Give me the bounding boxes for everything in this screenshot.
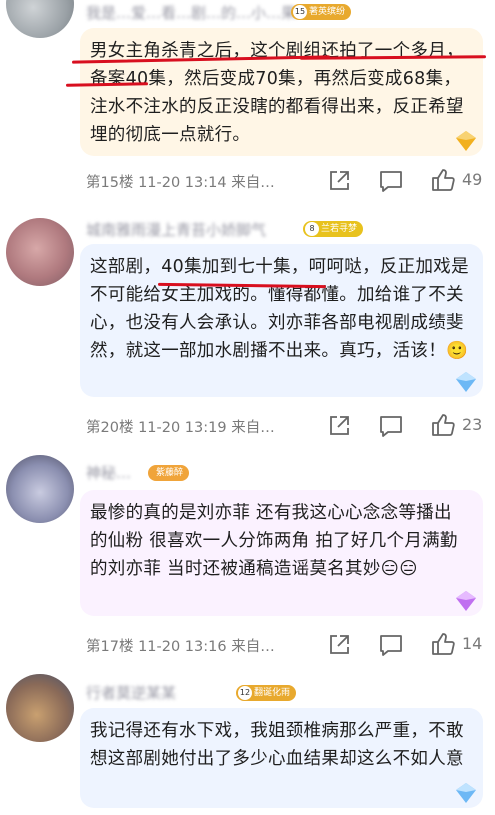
comment-icon[interactable] [378, 168, 404, 194]
post-time: 11-20 13:19 [138, 420, 227, 436]
avatar[interactable] [6, 455, 74, 523]
gem-icon [456, 591, 476, 611]
share-icon[interactable] [326, 168, 352, 194]
post-source: 来自… [231, 420, 275, 436]
level-number: 12 [238, 686, 252, 700]
level-badge: 8 兰若寻梦 [303, 221, 364, 237]
floor-number: 第17楼 [86, 639, 134, 655]
comment-bubble[interactable]: 男女主角杀青之后，这个剧组还拍了一个多月，备案40集，然后变成70集，再然后变成… [80, 28, 483, 156]
comment-text: 我记得还有水下戏，我姐颈椎病那么严重，不敢想这部剧她付出了多少心血结果却这么不如… [90, 721, 464, 769]
like-count: 14 [462, 634, 483, 653]
like-count: 49 [462, 170, 483, 189]
post-meta: 第15楼 11-20 13:14 来自… [86, 171, 275, 192]
post-time: 11-20 13:14 [138, 175, 227, 191]
comment-icon[interactable] [378, 632, 404, 658]
badge-label: 著英缤纷 [309, 7, 346, 17]
post-source: 来自… [231, 175, 275, 191]
thumbs-up-icon[interactable] [430, 412, 456, 438]
comment-text: 男女主角杀青之后，这个剧组还拍了一个多月，备案40集，然后变成70集，再然后变成… [90, 41, 464, 145]
comment-bubble[interactable]: 最惨的真的是刘亦菲 还有我这心心念念等播出的仙粉 很喜欢一人分饰两角 拍了好几个… [80, 490, 483, 616]
post-meta: 第20楼 11-20 13:19 来自… [86, 416, 275, 437]
floor-number: 第20楼 [86, 420, 134, 436]
gem-icon [456, 372, 476, 392]
share-icon[interactable] [326, 632, 352, 658]
username[interactable]: 我是…爱…看…剧…的…小…果 [86, 2, 296, 23]
username[interactable]: 神秘… [86, 462, 131, 483]
thumbs-up-icon[interactable] [430, 167, 456, 193]
avatar[interactable] [6, 218, 74, 286]
avatar[interactable] [6, 0, 74, 38]
level-badge: 12 翻诞化雨 [236, 685, 297, 701]
share-icon[interactable] [326, 413, 352, 439]
level-number: 15 [293, 5, 307, 19]
comment-bubble[interactable]: 这部剧，40集加到七十集，呵呵哒，反正加戏是不可能给女主加戏的。懂得都懂。加给谁… [80, 244, 483, 397]
level-badge: 紫藤醉 [148, 465, 190, 481]
gem-icon [456, 131, 476, 151]
avatar[interactable] [6, 674, 74, 742]
post-source: 来自… [231, 639, 275, 655]
username[interactable]: 行者莫逆某某 [86, 682, 176, 703]
post-time: 11-20 13:16 [138, 639, 227, 655]
level-number: 8 [305, 222, 319, 236]
post-meta: 第17楼 11-20 13:16 来自… [86, 635, 275, 656]
badge-label: 紫藤醉 [156, 468, 184, 478]
username[interactable]: 城南雅雨漫上青苔小娇脚气 [86, 219, 266, 240]
like-count: 23 [462, 415, 483, 434]
comment-text: 这部剧，40集加到七十集，呵呵哒，反正加戏是不可能给女主加戏的。懂得都懂。加给谁… [90, 257, 469, 361]
gem-icon [456, 783, 476, 803]
level-badge: 15 著英缤纷 [291, 4, 352, 20]
comment-bubble[interactable]: 我记得还有水下戏，我姐颈椎病那么严重，不敢想这部剧她付出了多少心血结果却这么不如… [80, 708, 483, 808]
comment-icon[interactable] [378, 413, 404, 439]
thumbs-up-icon[interactable] [430, 631, 456, 657]
floor-number: 第15楼 [86, 175, 134, 191]
badge-label: 兰若寻梦 [321, 224, 358, 234]
badge-label: 翻诞化雨 [254, 688, 291, 698]
comment-text: 最惨的真的是刘亦菲 还有我这心心念念等播出的仙粉 很喜欢一人分饰两角 拍了好几个… [90, 503, 458, 579]
